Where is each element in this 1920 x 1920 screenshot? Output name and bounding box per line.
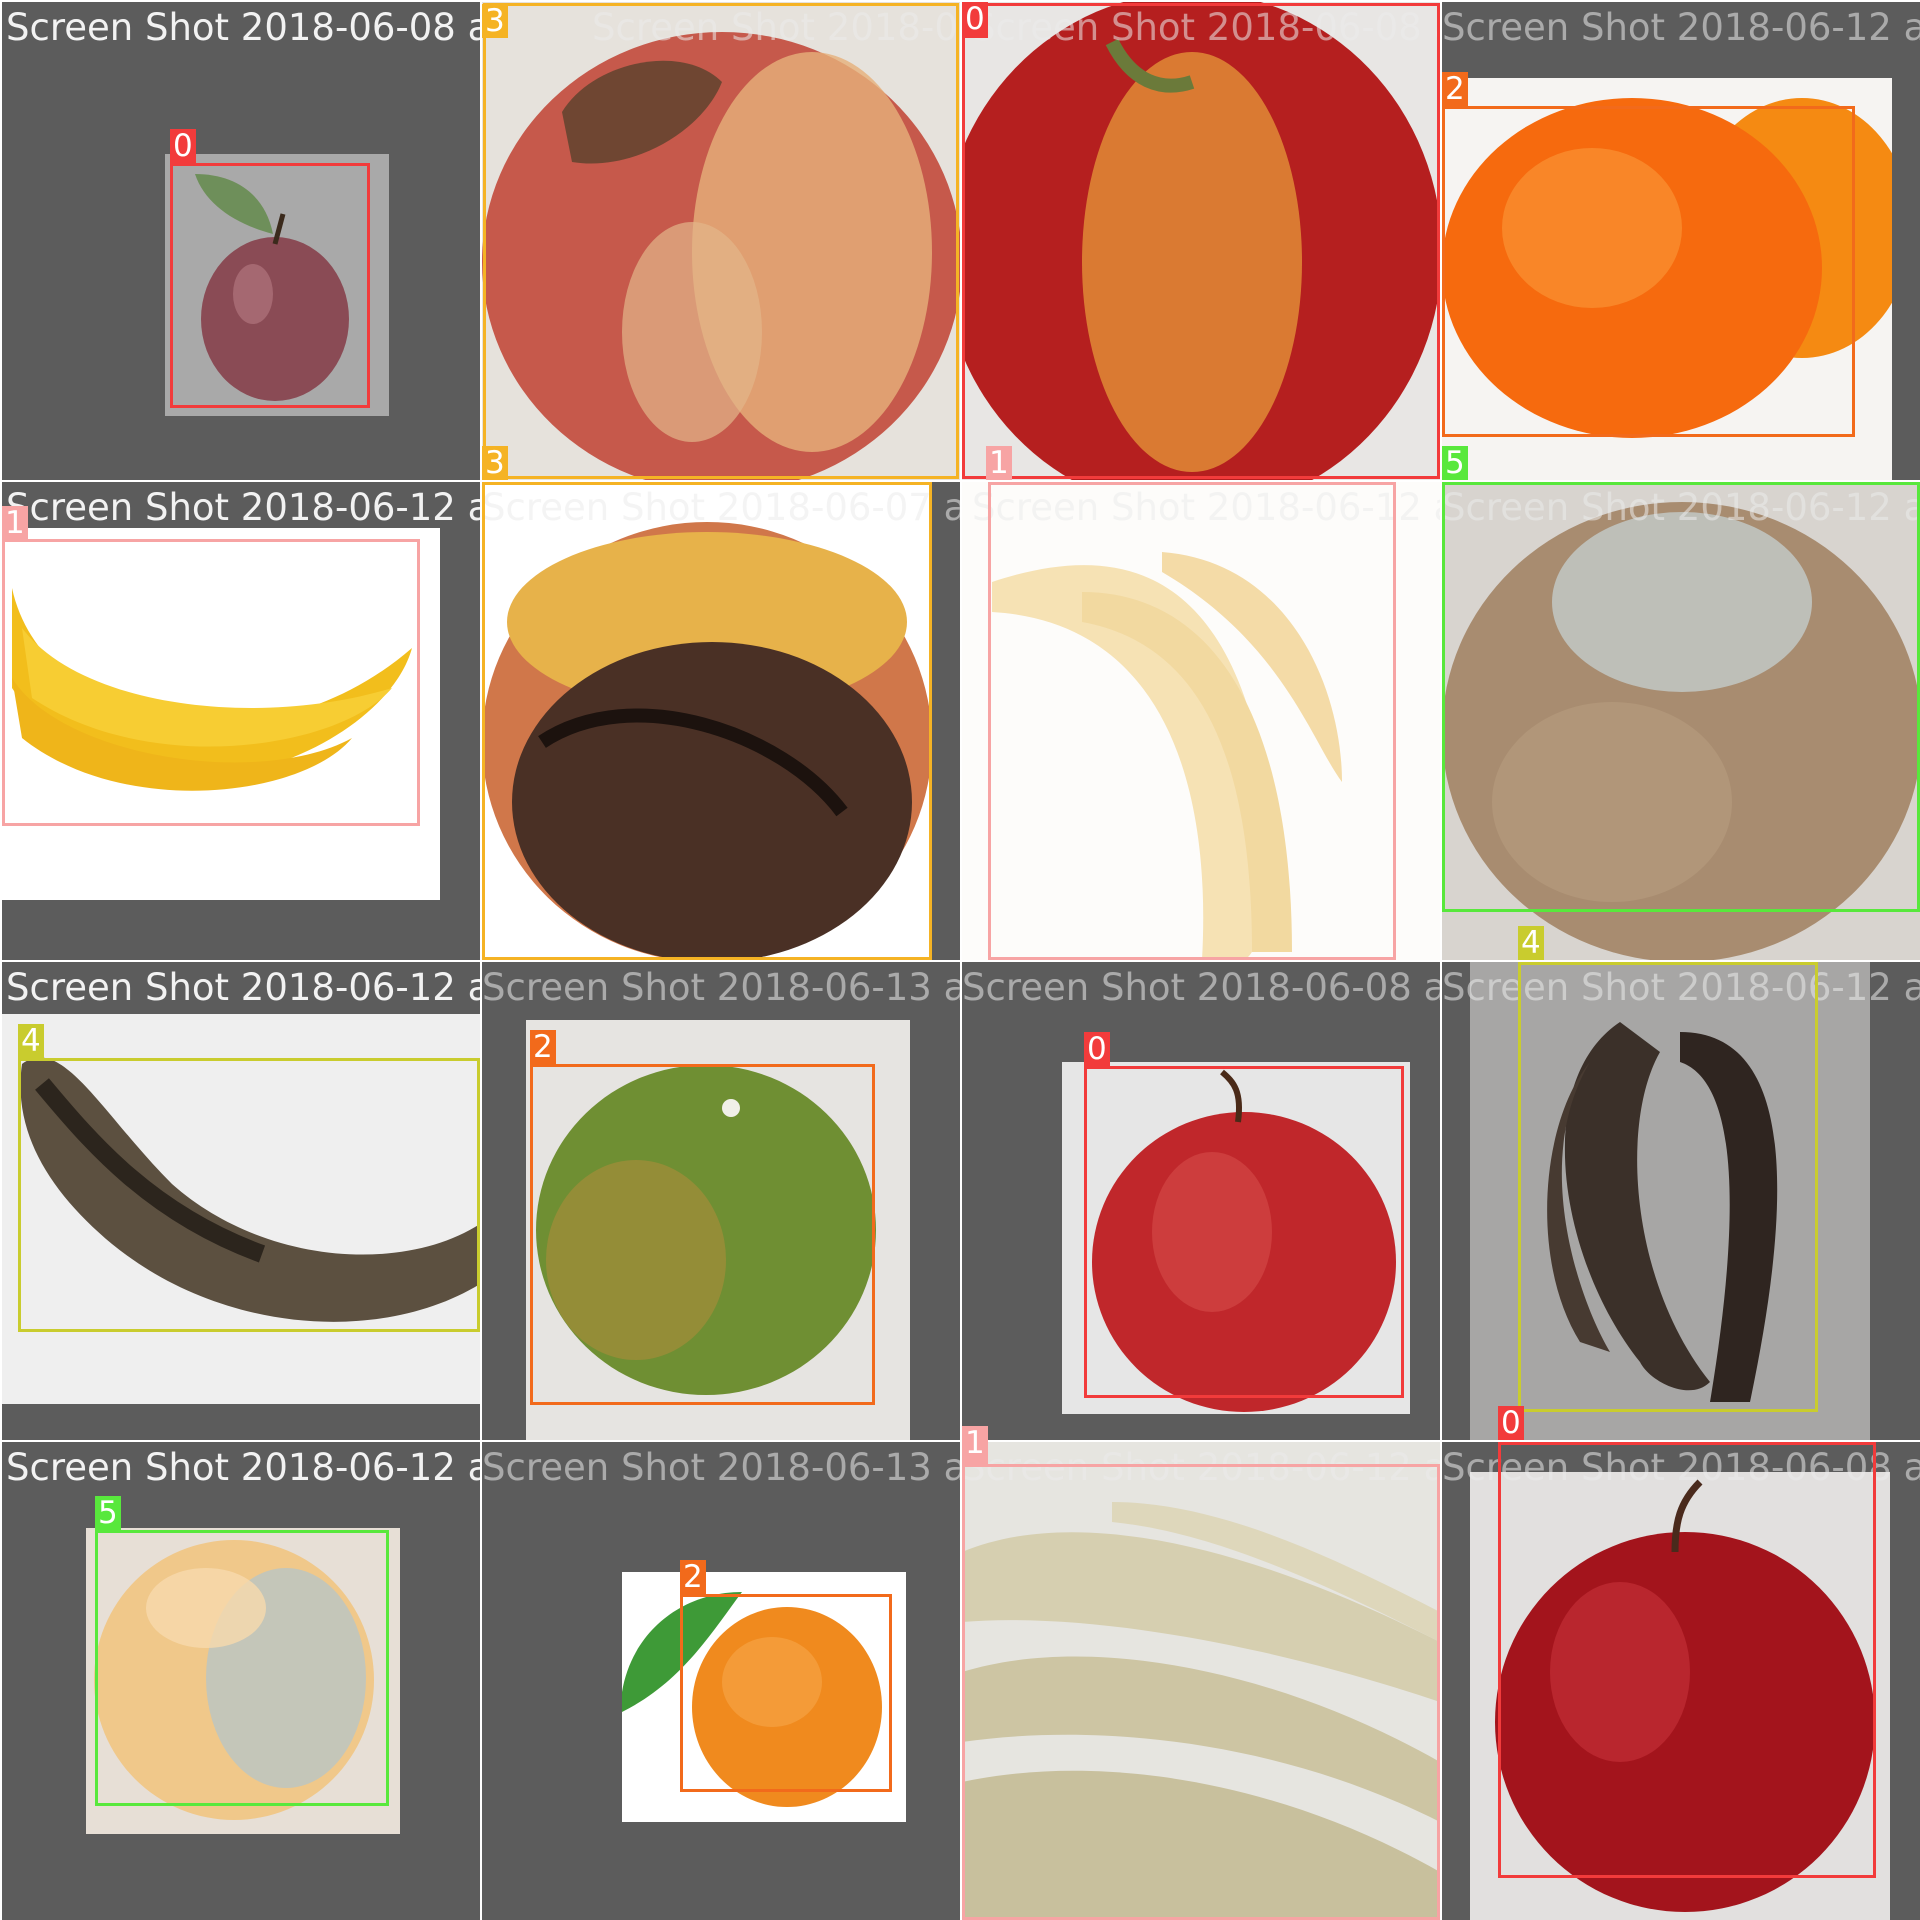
detection-box xyxy=(18,1058,480,1332)
tile-14: Screen Shot 2018-06-12 at 9 1 xyxy=(962,1442,1440,1920)
class-tag: 1 xyxy=(986,446,1012,480)
tile-9: Screen Shot 2018-06-13 at 12 2 xyxy=(482,962,960,1440)
class-tag: 4 xyxy=(18,1024,44,1058)
tile-6: Screen Shot 2018-06-12 at 9 xyxy=(962,482,1440,960)
tile-caption: Screen Shot 2018-06-12 at 9 xyxy=(6,966,480,1009)
tile-caption: Screen Shot 2018-06-13 at 1 xyxy=(482,1446,960,1489)
class-tag: 5 xyxy=(95,1496,121,1530)
tile-13: Screen Shot 2018-06-13 at 1 2 xyxy=(482,1442,960,1920)
detection-box xyxy=(988,482,1396,960)
class-tag: 2 xyxy=(1442,72,1468,106)
detection-box xyxy=(1518,962,1818,1412)
detection-box xyxy=(680,1594,892,1792)
class-tag: 0 xyxy=(962,2,988,36)
tile-2: Screen Shot 2018-06-08 at 5: 0 xyxy=(962,2,1440,480)
tile-10: Screen Shot 2018-06-08 at 5 0 xyxy=(962,962,1440,1440)
class-tag: 1 xyxy=(2,506,28,540)
detection-box xyxy=(170,163,370,408)
tile-3: Screen Shot 2018-06-12 at 2 5 xyxy=(1442,2,1920,480)
tile-caption: Screen Shot 2018-06-12 at 9 xyxy=(6,486,480,529)
class-tag: 4 xyxy=(1518,926,1544,960)
class-tag: 0 xyxy=(1084,1032,1110,1066)
tile-4: Screen Shot 2018-06-12 at 9 1 xyxy=(2,482,480,960)
detection-box xyxy=(482,482,932,960)
detection-box xyxy=(530,1064,875,1405)
tile-1: Screen Shot 2018-06-07 at 3 3 xyxy=(482,2,960,480)
mosaic-grid: Screen Shot 2018-06-08 at 5 0 Screen Sho… xyxy=(0,0,1920,1920)
detection-box xyxy=(1084,1066,1404,1398)
detection-box xyxy=(2,539,420,826)
class-tag: 0 xyxy=(1498,1406,1524,1440)
detection-box xyxy=(483,3,959,479)
class-tag: 3 xyxy=(482,446,508,480)
detection-box xyxy=(1442,482,1920,912)
class-tag: 0 xyxy=(170,129,196,163)
detection-box xyxy=(95,1530,389,1806)
class-tag: 2 xyxy=(680,1560,706,1594)
tile-7: Screen Shot 2018-06-12 at 4 xyxy=(1442,482,1920,960)
tile-caption: Screen Shot 2018-06-12 at xyxy=(1442,6,1920,49)
tile-0: Screen Shot 2018-06-08 at 5 0 xyxy=(2,2,480,480)
tile-caption: Screen Shot 2018-06-13 at 12 xyxy=(482,966,960,1009)
detection-box xyxy=(962,3,1440,479)
tile-5: Screen Shot 2018-06-07 at 3 xyxy=(482,482,960,960)
tile-15: Screen Shot 2018-06-08 at 5 xyxy=(1442,1442,1920,1920)
detection-box xyxy=(1442,106,1855,437)
detection-box xyxy=(1498,1442,1876,1878)
class-tag: 5 xyxy=(1442,446,1468,480)
class-tag: 2 xyxy=(530,1030,556,1064)
tile-12: Screen Shot 2018-06-12 at 1 5 xyxy=(2,1442,480,1920)
tile-8: Screen Shot 2018-06-12 at 9 4 xyxy=(2,962,480,1440)
class-tag: 3 xyxy=(482,4,508,38)
tile-caption: Screen Shot 2018-06-08 at 5 xyxy=(962,966,1440,1009)
tile-caption: Screen Shot 2018-06-08 at 5 xyxy=(6,6,480,49)
tile-11: Screen Shot 2018-06-12 at xyxy=(1442,962,1920,1440)
tile-caption: Screen Shot 2018-06-12 at 1 xyxy=(6,1446,480,1489)
class-tag: 1 xyxy=(962,1426,988,1460)
detection-box xyxy=(962,1464,1440,1920)
